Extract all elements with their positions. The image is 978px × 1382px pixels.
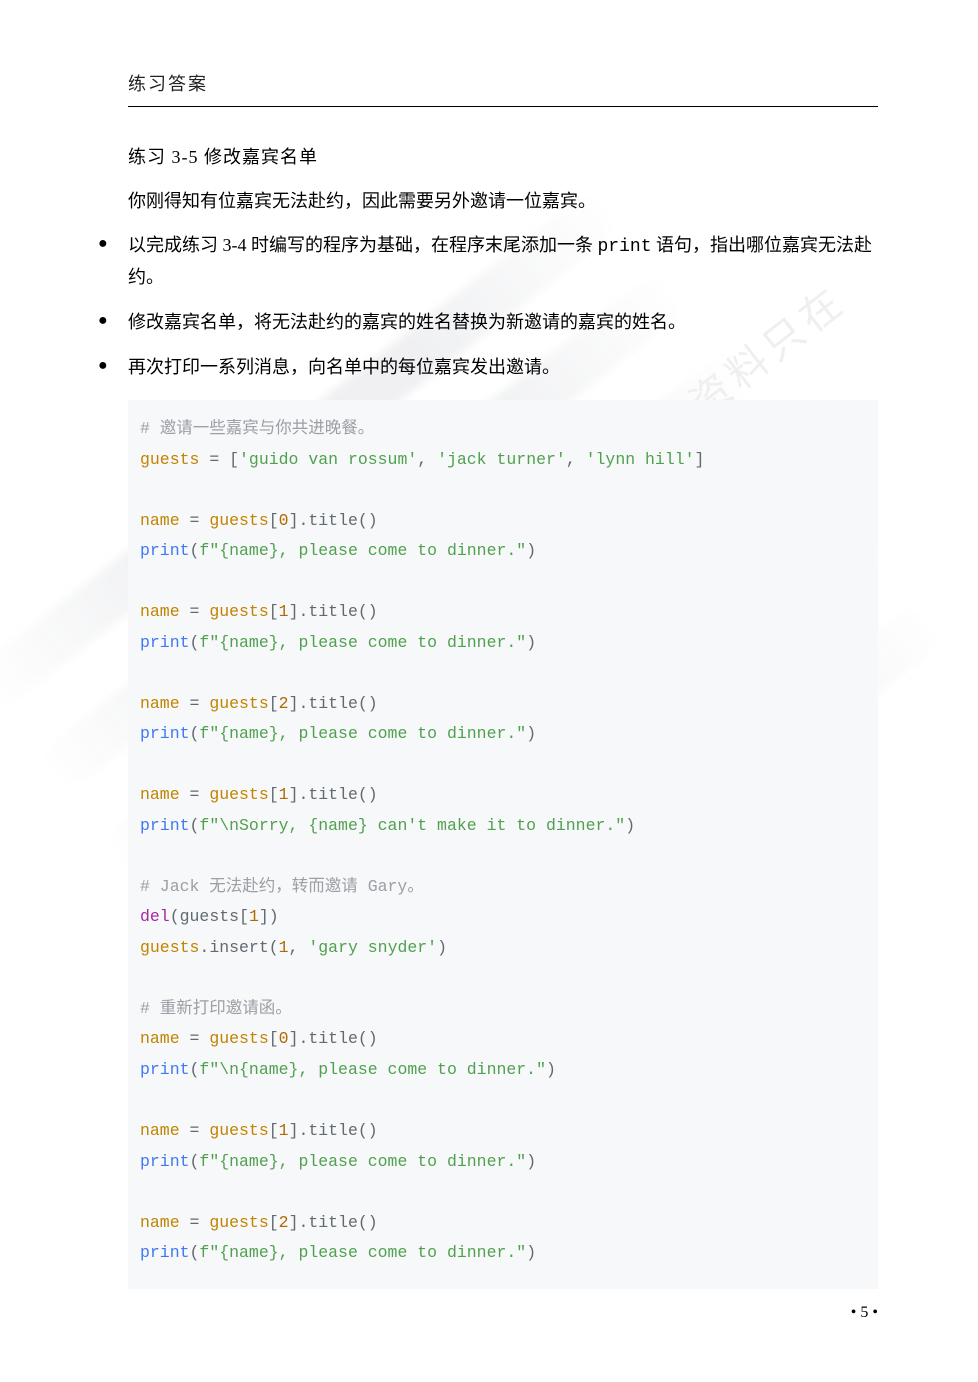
running-header: 练习答案: [128, 70, 878, 107]
list-item: 再次打印一系列消息，向名单中的每位嘉宾发出邀请。: [98, 352, 878, 383]
page-content: 练习答案 练习 3-5 修改嘉宾名单 你刚得知有位嘉宾无法赴约，因此需要另外邀请…: [0, 0, 978, 1289]
bullet-list: 以完成练习 3-4 时编写的程序为基础，在程序末尾添加一条 print 语句，指…: [98, 230, 878, 382]
exercise-title: 修改嘉宾名单: [204, 147, 318, 167]
exercise-heading: 练习 3-5 修改嘉宾名单: [128, 143, 878, 169]
exercise-label-prefix: 练习: [128, 147, 172, 167]
page-number: • 5 •: [851, 1304, 878, 1322]
exercise-number: 3-5: [172, 147, 199, 167]
code-block: # 邀请一些嘉宾与你共进晚餐。 guests = ['guido van ros…: [128, 400, 878, 1288]
intro-paragraph: 你刚得知有位嘉宾无法赴约，因此需要另外邀请一位嘉宾。: [128, 187, 878, 216]
inline-code: print: [598, 237, 652, 257]
list-item: 修改嘉宾名单，将无法赴约的嘉宾的姓名替换为新邀请的嘉宾的姓名。: [98, 307, 878, 338]
list-item: 以完成练习 3-4 时编写的程序为基础，在程序末尾添加一条 print 语句，指…: [98, 230, 878, 293]
